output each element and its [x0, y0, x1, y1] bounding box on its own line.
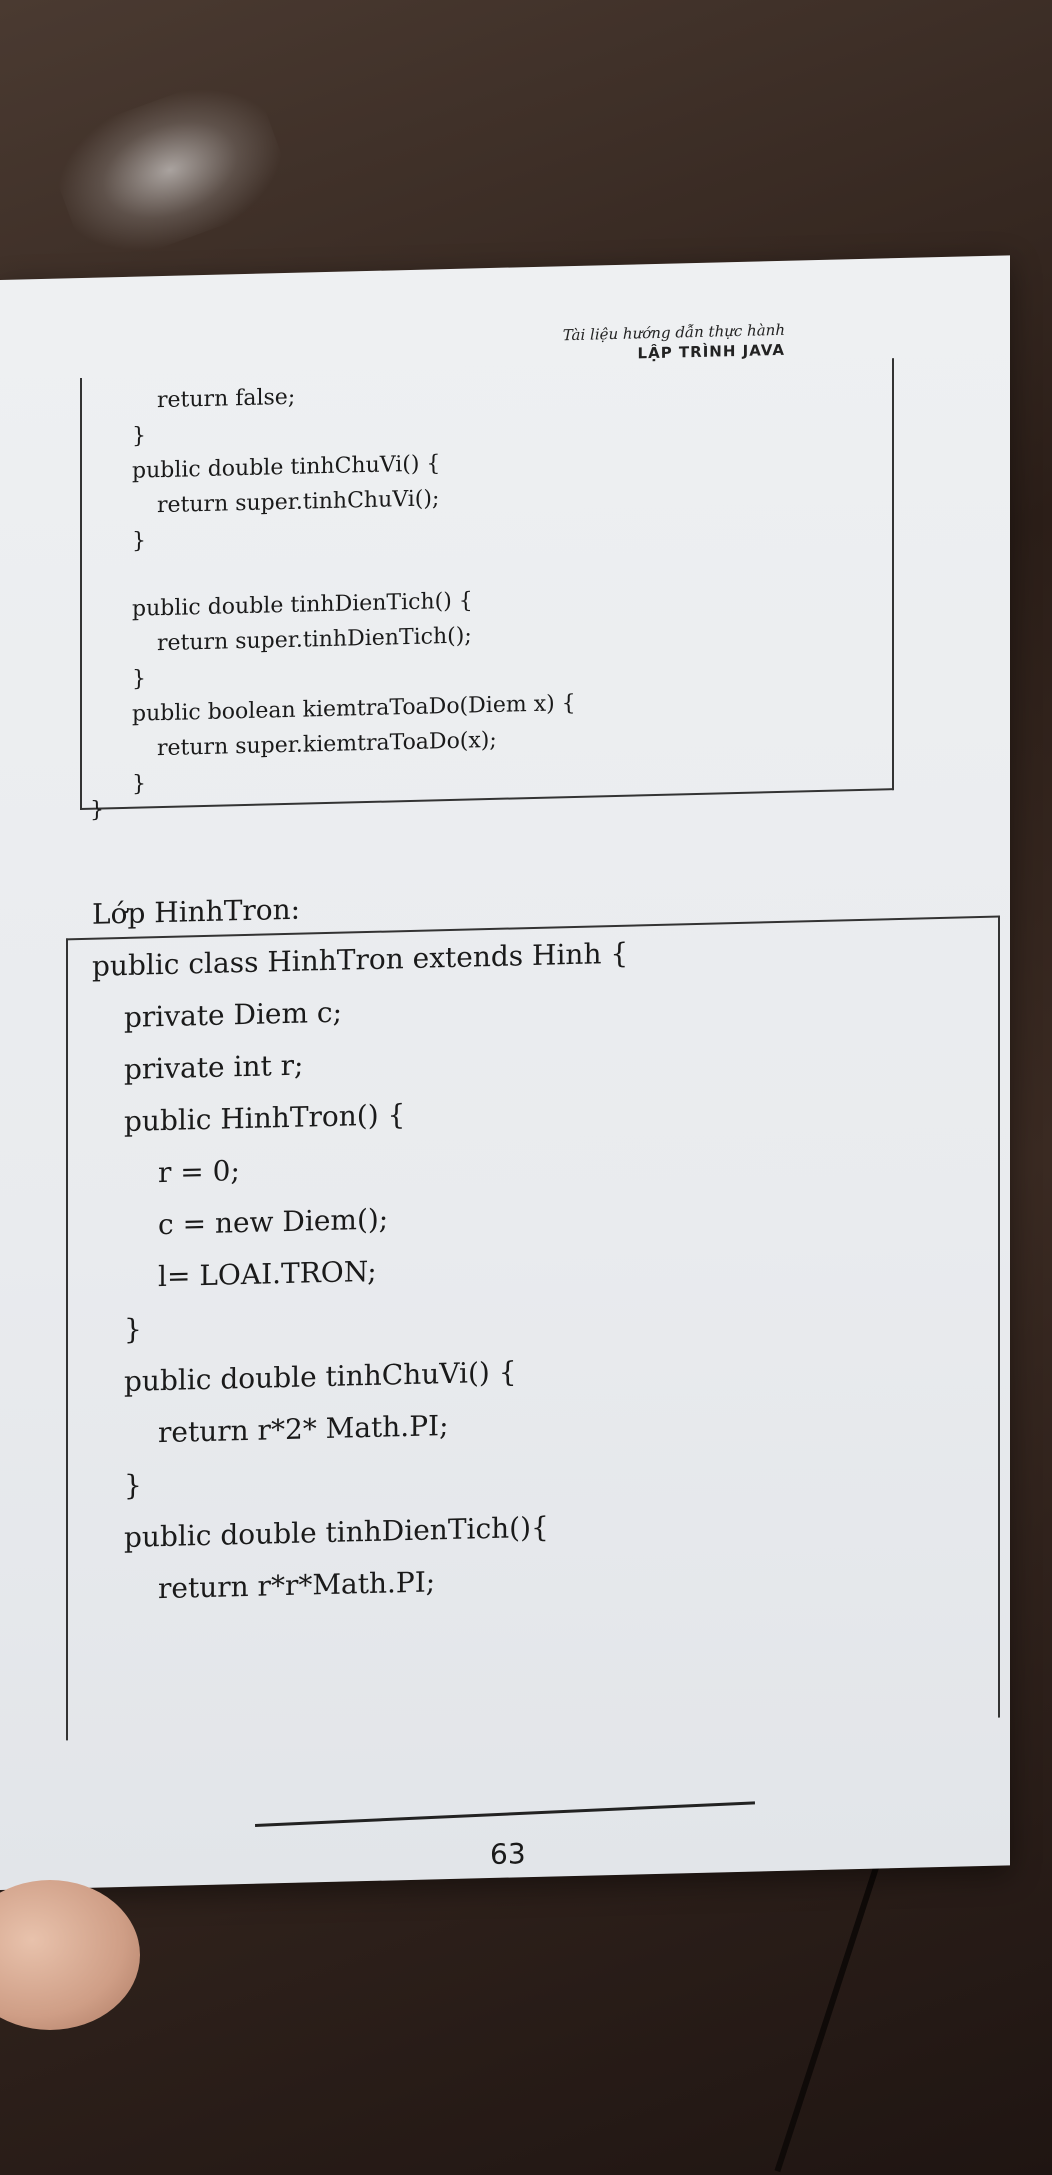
code-line: return super.tinhDienTich();: [157, 623, 472, 657]
code-line: }: [124, 1468, 142, 1502]
code-line: c = new Diem();: [158, 1202, 389, 1242]
code-line: private Diem c;: [124, 995, 343, 1034]
code-line: }: [132, 666, 146, 692]
code-line: public double tinhChuVi() {: [132, 451, 441, 484]
code-line: r = 0;: [158, 1154, 240, 1190]
code-line: }: [124, 1312, 142, 1346]
code-line: }: [90, 797, 104, 823]
code-line: return false;: [157, 384, 296, 414]
code-line: public HinhTron() {: [124, 1098, 406, 1138]
code-line: }: [132, 423, 146, 449]
code-line: public double tinhDienTich(){: [124, 1510, 549, 1554]
page-number: 63: [490, 1837, 526, 1872]
section-label: Lớp HinhTron:: [92, 892, 301, 931]
code-line: }: [132, 771, 146, 797]
code-block-bottom: public class HinhTron extends Hinh { pri…: [66, 915, 1000, 1741]
code-line: public class HinhTron extends Hinh {: [92, 936, 629, 983]
code-line: public double tinhDienTich() {: [132, 588, 473, 622]
code-block-top: return false; } public double tinhChuVi(…: [80, 358, 894, 823]
code-line: public double tinhChuVi() {: [124, 1355, 517, 1398]
footer-rule: [255, 1801, 755, 1828]
code-line: return super.tinhChuVi();: [157, 486, 440, 519]
code-line: l= LOAI.TRON;: [158, 1254, 377, 1294]
code-line: return r*2* Math.PI;: [158, 1409, 449, 1450]
header-title: LẬP TRÌNH JAVA: [637, 340, 785, 363]
code-line: }: [132, 528, 146, 554]
code-line: public boolean kiemtraToaDo(Diem x) {: [132, 690, 576, 727]
code-line: return super.kiemtraToaDo(x);: [157, 727, 497, 762]
code-line: return r*r*Math.PI;: [158, 1565, 436, 1606]
code-line: private int r;: [124, 1048, 304, 1086]
book-page: Tài liệu hướng dẫn thực hành LẬP TRÌNH J…: [0, 255, 1010, 1890]
